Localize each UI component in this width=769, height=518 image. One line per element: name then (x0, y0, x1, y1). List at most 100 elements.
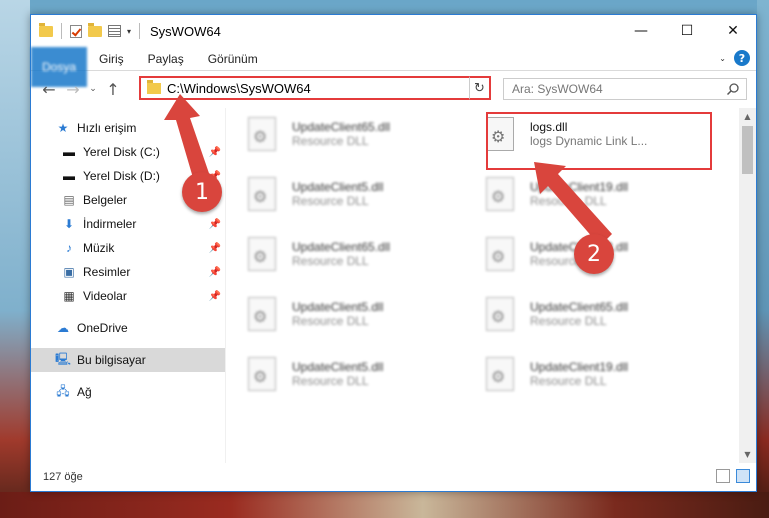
videos-icon: ▦ (63, 289, 75, 303)
sidebar-item-quick-access[interactable]: ★ Hızlı erişim (31, 116, 225, 140)
pin-icon[interactable]: 📌 (209, 147, 221, 158)
pin-icon[interactable]: 📌 (209, 291, 221, 302)
dll-file-icon (486, 177, 514, 211)
refresh-button[interactable]: ↻ (469, 76, 491, 100)
view-switcher (716, 469, 750, 483)
scroll-thumb[interactable] (742, 126, 753, 174)
sidebar-item-disk-c[interactable]: ▬ Yerel Disk (C:) 📌 (31, 140, 225, 164)
file-description: Resource DLL (292, 314, 369, 328)
file-item[interactable]: UpdateClient5.dll Resource DLL (248, 294, 486, 334)
sidebar-item-videos[interactable]: ▦ Videolar 📌 (31, 284, 225, 308)
file-item[interactable]: UpdateClient65.dll Resource DLL (486, 294, 724, 334)
sidebar-item-label: Resimler (83, 265, 131, 279)
file-description: Resource DLL (530, 314, 607, 328)
scroll-down-icon[interactable]: ▼ (739, 446, 756, 463)
sidebar-item-network[interactable]: 🖧 Ağ (31, 380, 225, 404)
recent-locations-button[interactable]: ⌄ (85, 77, 101, 101)
dll-file-icon (248, 237, 276, 271)
details-view-icon[interactable] (716, 469, 730, 483)
file-item[interactable]: UpdateClient65.dll Resource DLL (248, 114, 486, 154)
navigation-bar: ← → ⌄ ↑ C:\Windows\SysWOW64 ⌄ ↻ Ara: Sys… (31, 71, 756, 107)
search-placeholder: Ara: SysWOW64 (512, 82, 603, 96)
pin-icon[interactable]: 📌 (209, 267, 221, 278)
navigation-pane: ★ Hızlı erişim ▬ Yerel Disk (C:) 📌 ▬ Yer… (31, 108, 225, 463)
dll-file-icon (486, 297, 514, 331)
file-item[interactable]: UpdateClient5.dll Resource DLL (248, 174, 486, 214)
tab-home[interactable]: Giriş (87, 47, 136, 70)
folder-icon (147, 79, 161, 94)
search-icon[interactable] (726, 82, 740, 96)
close-button[interactable]: ✕ (710, 15, 756, 46)
pin-icon[interactable]: 📌 (209, 219, 221, 230)
file-name: UpdateClient65.dll (530, 300, 629, 314)
address-bar[interactable]: C:\Windows\SysWOW64 ⌄ (139, 76, 491, 100)
back-button[interactable]: ← (37, 77, 61, 101)
sidebar-item-label: Videolar (83, 289, 127, 303)
file-description: Resource DLL (530, 194, 607, 208)
sidebar-item-this-pc[interactable]: 🖳 Bu bilgisayar (31, 348, 225, 372)
sidebar-item-pictures[interactable]: ▣ Resimler 📌 (31, 260, 225, 284)
help-icon[interactable]: ? (734, 50, 750, 66)
sidebar-item-label: Yerel Disk (D:) (83, 169, 160, 183)
file-highlight-box (486, 112, 712, 170)
status-bar: 127 öğe (31, 463, 756, 491)
minimize-button[interactable]: — (618, 15, 664, 46)
desktop-background-right (757, 0, 769, 518)
dll-file-icon (486, 237, 514, 271)
maximize-button[interactable]: ☐ (664, 15, 710, 46)
sidebar-item-label: Belgeler (83, 193, 128, 207)
customize-toolbar-icon[interactable]: ▾ (127, 27, 131, 36)
file-name: UpdateClient5.dll (292, 180, 384, 194)
new-folder-icon[interactable] (88, 22, 102, 37)
vertical-scrollbar[interactable]: ▲ ▼ (739, 108, 756, 463)
tab-view[interactable]: Görünüm (196, 47, 270, 70)
sidebar-item-label: Yerel Disk (C:) (83, 145, 160, 159)
expand-ribbon-icon[interactable]: ⌄ (719, 54, 726, 63)
drive-icon: ▬ (63, 145, 75, 159)
file-item[interactable]: UpdateClient19.dll Resource DLL (486, 174, 724, 214)
dll-file-icon (248, 177, 276, 211)
dll-file-icon (248, 297, 276, 331)
address-path[interactable]: C:\Windows\SysWOW64 (167, 81, 471, 96)
content-area: ★ Hızlı erişim ▬ Yerel Disk (C:) 📌 ▬ Yer… (31, 108, 756, 463)
quick-access-toolbar: ▾ (31, 22, 142, 39)
forward-button[interactable]: → (61, 77, 85, 101)
cloud-icon: ☁ (57, 321, 69, 335)
file-description: Resource DLL (292, 254, 369, 268)
item-count: 127 öğe (43, 471, 83, 483)
title-bar: ▾ SysWOW64 — ☐ ✕ (31, 15, 756, 47)
file-list: UpdateClient65.dll Resource DLL logs.dll… (226, 108, 756, 463)
scroll-up-icon[interactable]: ▲ (739, 108, 756, 125)
toolbar-divider (61, 23, 62, 39)
toolbar-divider (139, 23, 141, 39)
download-icon: ⬇ (63, 217, 75, 231)
sidebar-item-label: Müzik (83, 241, 115, 255)
sidebar-item-music[interactable]: ♪ Müzik 📌 (31, 236, 225, 260)
ribbon-tabs: Dosya Giriş Paylaş Görünüm ⌄ ? (31, 47, 756, 87)
desktop-background-left (0, 0, 30, 518)
file-name: UpdateClient5.dll (292, 360, 384, 374)
properties-check-icon[interactable] (70, 24, 82, 38)
properties-icon[interactable] (108, 25, 121, 37)
sidebar-item-onedrive[interactable]: ☁ OneDrive (31, 316, 225, 340)
sidebar-item-downloads[interactable]: ⬇ İndirmeler 📌 (31, 212, 225, 236)
annotation-badge-2: 2 (574, 234, 614, 274)
file-item[interactable]: UpdateClient5.dll Resource DLL (248, 354, 486, 394)
up-button[interactable]: ↑ (101, 77, 125, 101)
file-description: Resource DLL (292, 134, 369, 148)
pin-icon[interactable]: 📌 (209, 243, 221, 254)
window-controls: — ☐ ✕ (618, 15, 756, 46)
tiles-view-icon[interactable] (736, 469, 750, 483)
ribbon-help: ⌄ ? (719, 50, 750, 66)
annotation-badge-1: 1 (182, 172, 222, 212)
tab-share[interactable]: Paylaş (136, 47, 196, 70)
file-name: UpdateClient65.dll (292, 120, 391, 134)
sidebar-item-label: Bu bilgisayar (77, 353, 146, 367)
search-input[interactable]: Ara: SysWOW64 (503, 78, 747, 100)
file-item[interactable]: UpdateClient65.dll Resource DLL (248, 234, 486, 274)
file-description: Resource DLL (292, 194, 369, 208)
music-icon: ♪ (66, 241, 72, 255)
file-name: UpdateClient5.dll (292, 300, 384, 314)
file-item[interactable]: UpdateClient19.dll Resource DLL (486, 354, 724, 394)
documents-icon: ▤ (63, 193, 75, 207)
